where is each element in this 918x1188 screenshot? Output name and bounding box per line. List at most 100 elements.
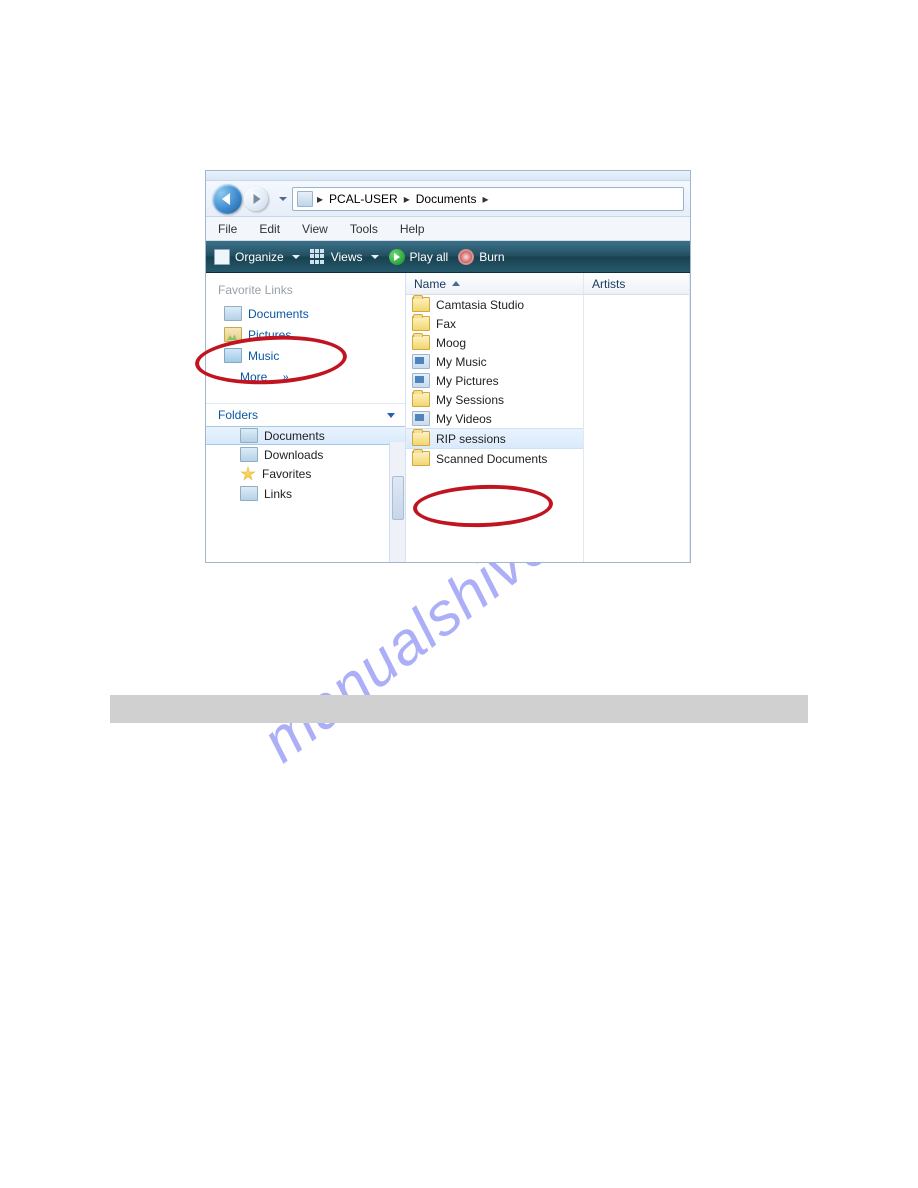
column-header-artists[interactable]: Artists <box>584 273 689 295</box>
file-name: My Pictures <box>436 374 499 388</box>
favorites-icon <box>240 466 256 482</box>
nav-row: ▸ PCAL-USER ▸ Documents ▸ <box>206 181 690 217</box>
file-row-my-pictures[interactable]: My Pictures <box>406 371 583 390</box>
tree-label: Documents <box>264 429 325 443</box>
play-all-button[interactable]: Play all <box>389 249 449 265</box>
breadcrumb-level-1[interactable]: PCAL-USER <box>327 192 400 206</box>
folders-header[interactable]: Folders <box>206 403 405 426</box>
tree-label: Links <box>264 487 292 501</box>
burn-label: Burn <box>479 250 504 264</box>
burn-button[interactable]: Burn <box>458 249 504 265</box>
file-list: Name Camtasia Studio Fax Moog My <box>406 273 690 562</box>
back-button[interactable] <box>212 184 242 214</box>
system-folder-icon <box>412 354 430 369</box>
menu-view[interactable]: View <box>296 220 334 238</box>
scrollbar-thumb[interactable] <box>392 476 404 520</box>
favorite-label: Pictures <box>248 328 291 342</box>
folder-icon <box>412 451 430 466</box>
organize-icon <box>214 249 230 265</box>
file-name: Moog <box>436 336 466 350</box>
explorer-window: ▸ PCAL-USER ▸ Documents ▸ File Edit View… <box>205 170 691 563</box>
file-row-my-music[interactable]: My Music <box>406 352 583 371</box>
menu-file[interactable]: File <box>212 220 243 238</box>
breadcrumb-level-2[interactable]: Documents <box>414 192 479 206</box>
file-name: Camtasia Studio <box>436 298 524 312</box>
favorite-pictures[interactable]: Pictures <box>206 324 405 345</box>
organize-button[interactable]: Organize <box>214 249 300 265</box>
views-button[interactable]: Views <box>310 249 379 265</box>
folder-icon <box>412 297 430 312</box>
play-all-label: Play all <box>410 250 449 264</box>
tree-label: Favorites <box>262 467 311 481</box>
views-icon <box>310 249 326 265</box>
documents-icon <box>224 306 242 321</box>
file-row-fax[interactable]: Fax <box>406 314 583 333</box>
breadcrumb-separator-icon: ▸ <box>402 192 412 206</box>
tree-documents[interactable]: Documents <box>206 426 405 445</box>
file-row-scanned-documents[interactable]: Scanned Documents <box>406 449 583 468</box>
window-titlebar <box>206 171 690 181</box>
nav-history-dropdown[interactable] <box>278 185 288 213</box>
column-header-label: Name <box>414 277 446 291</box>
breadcrumb-separator-icon: ▸ <box>315 192 325 206</box>
command-bar: Organize Views Play all Burn <box>206 241 690 273</box>
tree-label: Downloads <box>264 448 323 462</box>
links-icon <box>240 486 258 501</box>
file-name: Scanned Documents <box>436 452 547 466</box>
file-row-rip-sessions[interactable]: RIP sessions <box>406 428 583 449</box>
file-row-my-sessions[interactable]: My Sessions <box>406 390 583 409</box>
file-row-camtasia[interactable]: Camtasia Studio <box>406 295 583 314</box>
favorite-more[interactable]: More » <box>206 366 405 387</box>
burn-icon <box>458 249 474 265</box>
tree-favorites[interactable]: Favorites <box>206 464 405 484</box>
favorite-music[interactable]: Music <box>206 345 405 366</box>
menu-help[interactable]: Help <box>394 220 431 238</box>
folder-icon <box>412 431 430 446</box>
chevron-down-icon <box>387 413 395 418</box>
address-bar[interactable]: ▸ PCAL-USER ▸ Documents ▸ <box>292 187 684 211</box>
breadcrumb-separator-icon: ▸ <box>480 192 490 206</box>
pictures-icon <box>224 327 242 342</box>
chevron-right-icon: » <box>283 369 289 384</box>
folder-icon <box>412 316 430 331</box>
favorite-label: Music <box>248 349 279 363</box>
gray-bar <box>110 695 808 723</box>
column-header-label: Artists <box>592 277 625 291</box>
tree-scrollbar[interactable] <box>389 442 405 562</box>
explorer-body: Favorite Links Documents Pictures Music … <box>206 273 690 562</box>
menu-edit[interactable]: Edit <box>253 220 286 238</box>
more-label: More <box>240 370 267 384</box>
menu-bar: File Edit View Tools Help <box>206 217 690 241</box>
column-artists: Artists <box>584 273 690 562</box>
views-label: Views <box>331 250 363 264</box>
file-name: My Music <box>436 355 487 369</box>
system-folder-icon <box>412 411 430 426</box>
folder-icon <box>412 392 430 407</box>
favorite-documents[interactable]: Documents <box>206 303 405 324</box>
folder-icon <box>412 335 430 350</box>
navigation-pane: Favorite Links Documents Pictures Music … <box>206 273 406 562</box>
folders-header-label: Folders <box>218 408 258 422</box>
downloads-icon <box>240 447 258 462</box>
play-icon <box>389 249 405 265</box>
nav-buttons <box>212 184 274 214</box>
organize-label: Organize <box>235 250 284 264</box>
file-name: RIP sessions <box>436 432 506 446</box>
column-header-name[interactable]: Name <box>406 273 583 295</box>
tree-downloads[interactable]: Downloads <box>206 445 405 464</box>
file-name: My Videos <box>436 412 492 426</box>
documents-icon <box>240 428 258 443</box>
file-row-moog[interactable]: Moog <box>406 333 583 352</box>
forward-button[interactable] <box>244 187 268 211</box>
file-name: My Sessions <box>436 393 504 407</box>
favorite-links-header: Favorite Links <box>206 279 405 303</box>
menu-tools[interactable]: Tools <box>344 220 384 238</box>
file-row-my-videos[interactable]: My Videos <box>406 409 583 428</box>
tree-links[interactable]: Links <box>206 484 405 503</box>
column-name: Name Camtasia Studio Fax Moog My <box>406 273 584 562</box>
system-folder-icon <box>412 373 430 388</box>
favorite-label: Documents <box>248 307 309 321</box>
folder-icon <box>297 191 313 207</box>
music-icon <box>224 348 242 363</box>
file-name: Fax <box>436 317 456 331</box>
